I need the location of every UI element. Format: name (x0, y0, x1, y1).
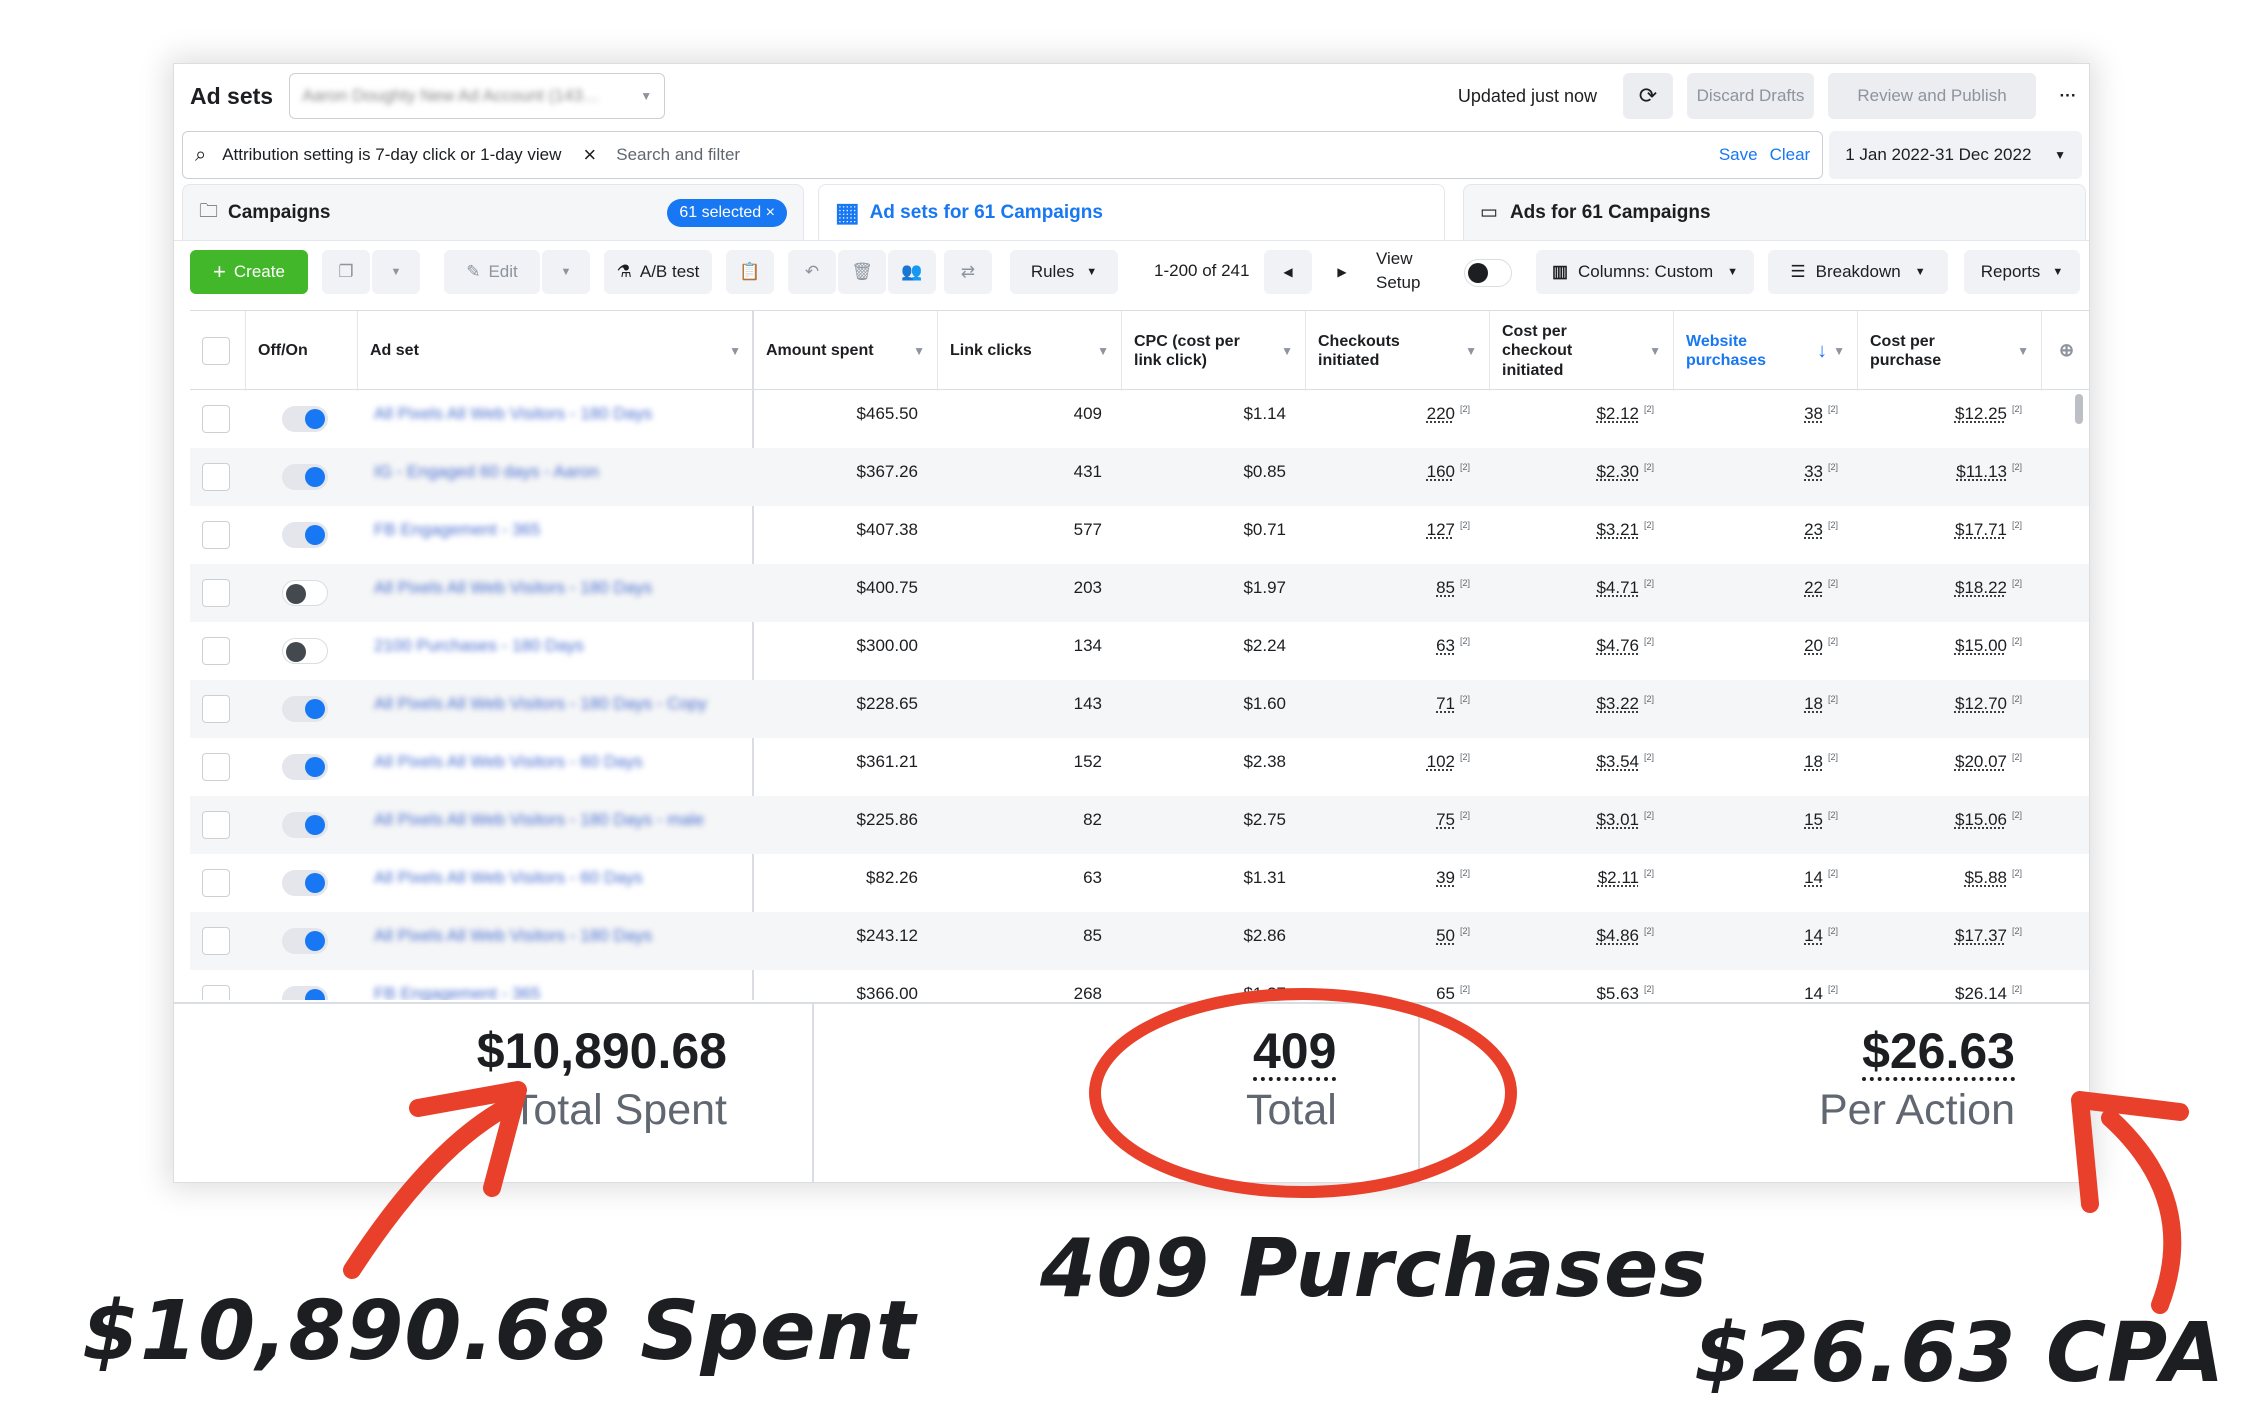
arrow-left (343, 1099, 514, 1279)
annotation-overlay (343, 988, 2189, 1314)
highlight-circle (1089, 988, 1517, 1198)
annotation-cpa: $26.63 CPA (1694, 1306, 2226, 1401)
annotation-spent: $10,890.68 Spent (82, 1284, 917, 1379)
arrow-right (2101, 1109, 2182, 1314)
annotation-purchases: 409 Purchases (1040, 1222, 1708, 1315)
